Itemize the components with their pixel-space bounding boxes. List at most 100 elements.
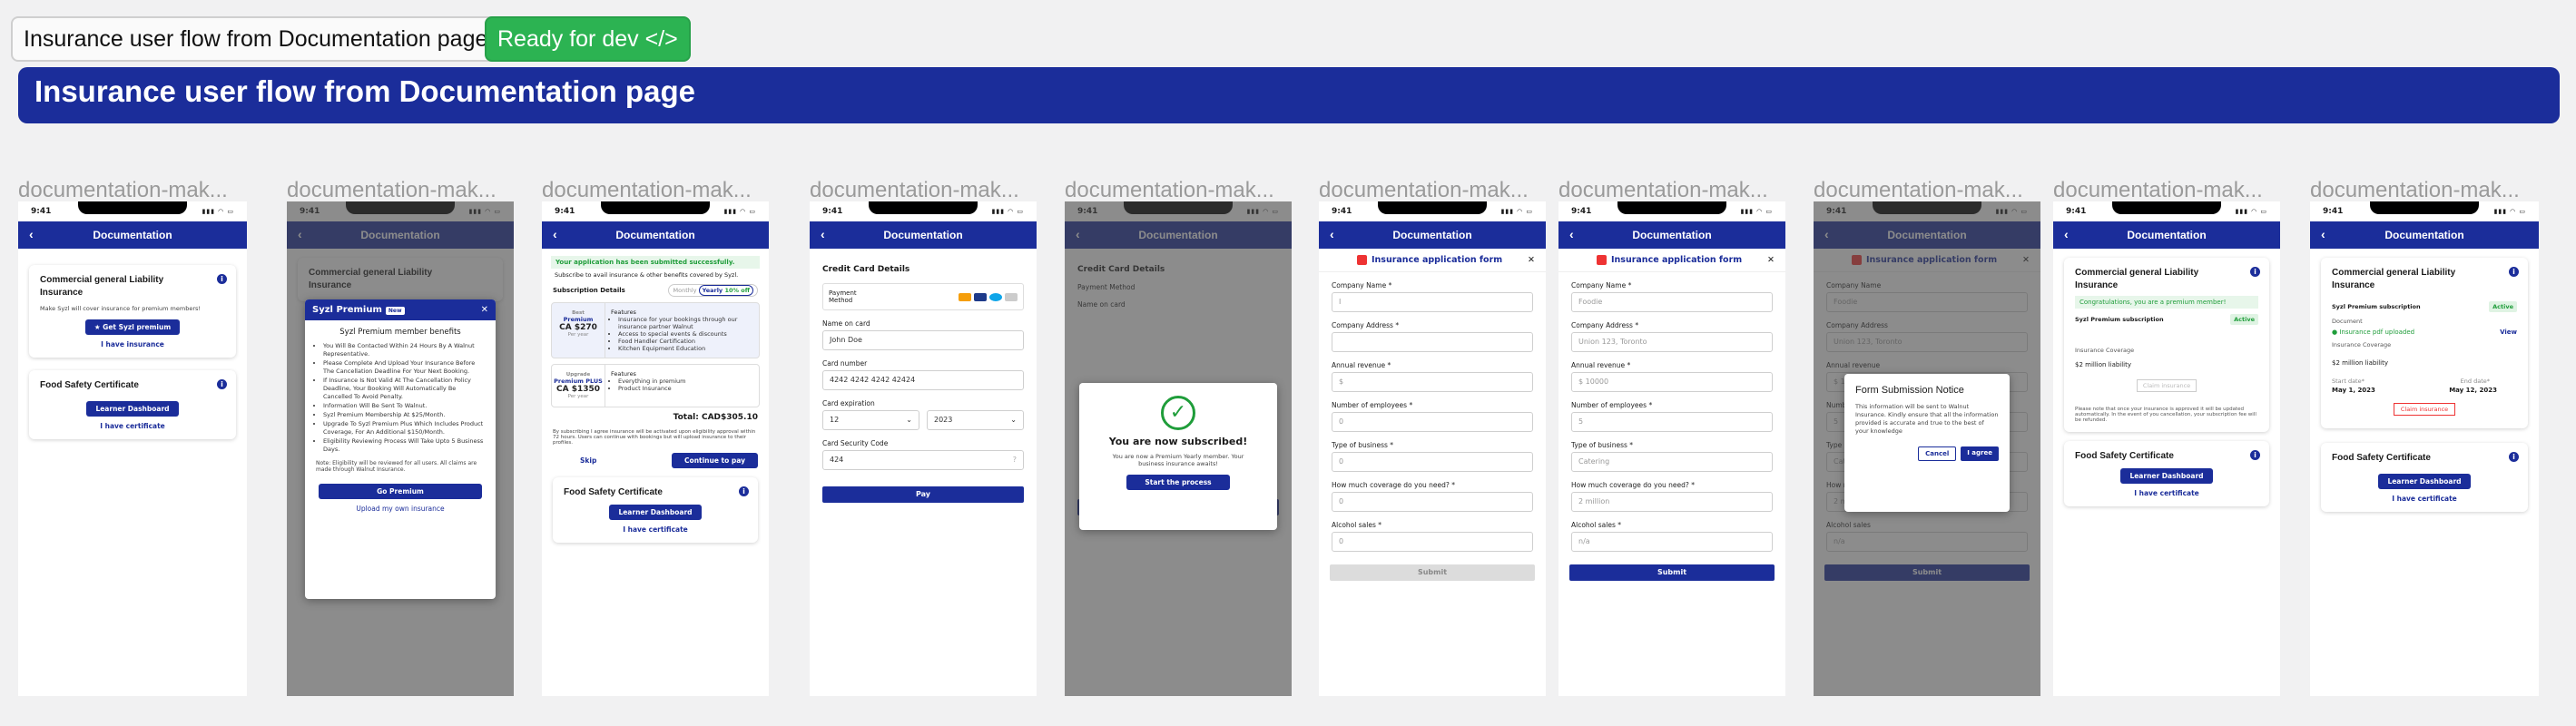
continue-to-pay-button[interactable]: Continue to pay xyxy=(672,453,758,468)
learner-dashboard-button[interactable]: Learner Dashboard xyxy=(86,401,179,417)
signal-icons: ▮▮▮ ◠ ▭ xyxy=(723,208,756,215)
cvv-input[interactable]: 424? xyxy=(822,450,1024,470)
back-icon[interactable]: ‹ xyxy=(1330,227,1334,241)
amex-icon[interactable] xyxy=(989,292,1002,301)
company-name-input[interactable]: Foodie xyxy=(1826,292,2028,312)
have-certificate-link[interactable]: I have certificate xyxy=(2075,489,2258,497)
info-icon[interactable]: i xyxy=(739,486,749,496)
billing-toggle[interactable]: Monthly Yearly 10% off xyxy=(668,284,758,297)
ready-for-dev-badge[interactable]: Ready for dev </> xyxy=(485,16,691,62)
back-icon[interactable]: ‹ xyxy=(2064,227,2069,241)
help-icon[interactable]: ? xyxy=(1013,456,1017,464)
details-label: Subscription Details xyxy=(553,287,625,294)
expiration-label: Card expiration xyxy=(822,399,875,407)
have-certificate-link[interactable]: I have certificate xyxy=(564,525,747,534)
field-label: Company Name xyxy=(1826,281,1882,289)
modal-text: This information will be sent to Walnut … xyxy=(1855,403,1999,435)
features-label: Features xyxy=(611,309,636,316)
end-date-label: End date* xyxy=(2460,378,2490,385)
employees-input[interactable]: 0 xyxy=(1332,412,1533,432)
alcohol-sales-input[interactable]: n/a xyxy=(1826,532,2028,552)
discover-icon[interactable] xyxy=(1005,292,1018,301)
get-premium-button[interactable]: ★ Get Syzl premium xyxy=(84,319,181,335)
back-icon[interactable]: ‹ xyxy=(298,227,302,241)
exp-month-select[interactable]: 12 ⌄ xyxy=(822,410,919,430)
info-icon[interactable]: i xyxy=(2509,267,2519,277)
back-icon[interactable]: ‹ xyxy=(1076,227,1080,241)
plan-premium-plus[interactable]: Upgrade Premium PLUS CA $1350 Per year Feat… xyxy=(551,364,760,407)
back-icon[interactable]: ‹ xyxy=(821,227,825,241)
field-label: Company Address * xyxy=(1332,321,1400,329)
learner-dashboard-button[interactable]: Learner Dashboard xyxy=(2378,474,2471,489)
back-icon[interactable]: ‹ xyxy=(2321,227,2325,241)
business-type-input[interactable]: 0 xyxy=(1332,452,1533,472)
info-icon[interactable]: i xyxy=(2509,452,2519,462)
nav-title: Documentation xyxy=(1632,229,1712,241)
info-icon[interactable]: i xyxy=(217,379,227,389)
agree-button[interactable]: I agree xyxy=(1961,446,1999,461)
have-certificate-link[interactable]: I have certificate xyxy=(2332,495,2517,503)
mastercard-icon[interactable] xyxy=(959,292,971,301)
coverage-input[interactable]: 0 xyxy=(1332,492,1533,512)
annual-revenue-input[interactable]: $ xyxy=(1332,372,1533,392)
monthly-option[interactable]: Monthly xyxy=(673,287,696,294)
close-icon[interactable]: ✕ xyxy=(481,305,488,315)
back-icon[interactable]: ‹ xyxy=(1569,227,1574,241)
submit-button-disabled[interactable]: Submit xyxy=(1330,564,1535,581)
close-icon[interactable]: ✕ xyxy=(2022,255,2030,265)
info-icon[interactable]: i xyxy=(2250,450,2260,460)
learner-dashboard-button[interactable]: Learner Dashboard xyxy=(2120,468,2213,484)
submit-button[interactable]: Submit xyxy=(1569,564,1775,581)
nav-title: Documentation xyxy=(93,229,172,241)
modal-title: You are now subscribed! xyxy=(1108,436,1248,447)
yearly-option[interactable]: Yearly xyxy=(703,287,723,294)
exp-year-select[interactable]: 2023 ⌄ xyxy=(927,410,1024,430)
company-address-input[interactable]: Union 123, Toronto xyxy=(1826,332,2028,352)
screen-payment: 9:41 ▮▮▮ ◠ ▭ ‹ Documentation Credit Card D… xyxy=(810,201,1037,696)
field-label-text: How much coverage do you need? xyxy=(1571,481,1689,489)
have-insurance-link[interactable]: I have insurance xyxy=(40,340,225,348)
company-address-input[interactable] xyxy=(1332,332,1533,352)
field-label: Annual revenue xyxy=(1826,361,1881,369)
alcohol-sales-input[interactable]: 0 xyxy=(1332,532,1533,552)
document-status: Insurance pdf uploaded xyxy=(2339,329,2415,336)
pay-button[interactable]: Pay xyxy=(822,486,1024,503)
status-time: 9:41 xyxy=(31,207,52,216)
annual-revenue-input[interactable]: $ 10000 xyxy=(1571,372,1773,392)
company-name-input[interactable]: I xyxy=(1332,292,1533,312)
back-icon[interactable]: ‹ xyxy=(553,227,557,241)
info-icon[interactable]: i xyxy=(217,274,227,284)
skip-button[interactable]: Skip xyxy=(553,456,596,465)
view-document-link[interactable]: View xyxy=(2500,329,2517,336)
learner-dashboard-button[interactable]: Learner Dashboard xyxy=(609,505,702,520)
go-premium-button[interactable]: Go Premium xyxy=(319,484,482,499)
have-certificate-link[interactable]: I have certificate xyxy=(40,422,225,430)
upload-insurance-link[interactable]: Upload my own insurance xyxy=(305,505,496,513)
cancel-button[interactable]: Cancel xyxy=(1918,446,1957,461)
screen-documentation: 9:41 ▮▮▮ ◠ ▭ ‹ Documentation Commercial ge… xyxy=(18,201,247,696)
back-icon[interactable]: ‹ xyxy=(29,227,34,241)
claim-insurance-button[interactable]: Claim insurance xyxy=(2393,403,2456,416)
alcohol-sales-input[interactable]: n/a xyxy=(1571,532,1773,552)
start-process-button[interactable]: Start the process xyxy=(1126,475,1230,490)
phone-notch xyxy=(1378,201,1487,214)
visa-icon[interactable] xyxy=(974,292,987,301)
close-icon[interactable]: ✕ xyxy=(1528,255,1535,265)
claim-insurance-button-disabled[interactable]: Claim insurance xyxy=(2136,379,2197,392)
submit-button[interactable]: Submit xyxy=(1824,564,2030,581)
employees-input[interactable]: 5 xyxy=(1571,412,1773,432)
card-title: Commercial general Liability Insurance xyxy=(2332,268,2456,290)
card-number-input[interactable]: 4242 4242 4242 42424 xyxy=(822,370,1024,390)
company-address-input[interactable]: Union 123, Toronto xyxy=(1571,332,1773,352)
info-icon[interactable]: i xyxy=(2250,267,2260,277)
form-title: Insurance application form xyxy=(1372,255,1503,265)
coverage-input[interactable]: 2 million xyxy=(1571,492,1773,512)
business-type-input[interactable]: Catering xyxy=(1571,452,1773,472)
company-name-input[interactable]: Foodie xyxy=(1571,292,1773,312)
plan-premium[interactable]: BestPremiumCA $270Per year FeaturesInsur… xyxy=(551,302,760,358)
back-icon[interactable]: ‹ xyxy=(1824,227,1829,241)
card-name-input[interactable]: John Doe xyxy=(822,330,1024,350)
year-value: 2023 xyxy=(934,416,953,424)
screen-premium-member: 9:41 ▮▮▮ ◠ ▭ ‹ Documentation Commercial ge… xyxy=(2053,201,2280,696)
close-icon[interactable]: ✕ xyxy=(1767,255,1775,265)
